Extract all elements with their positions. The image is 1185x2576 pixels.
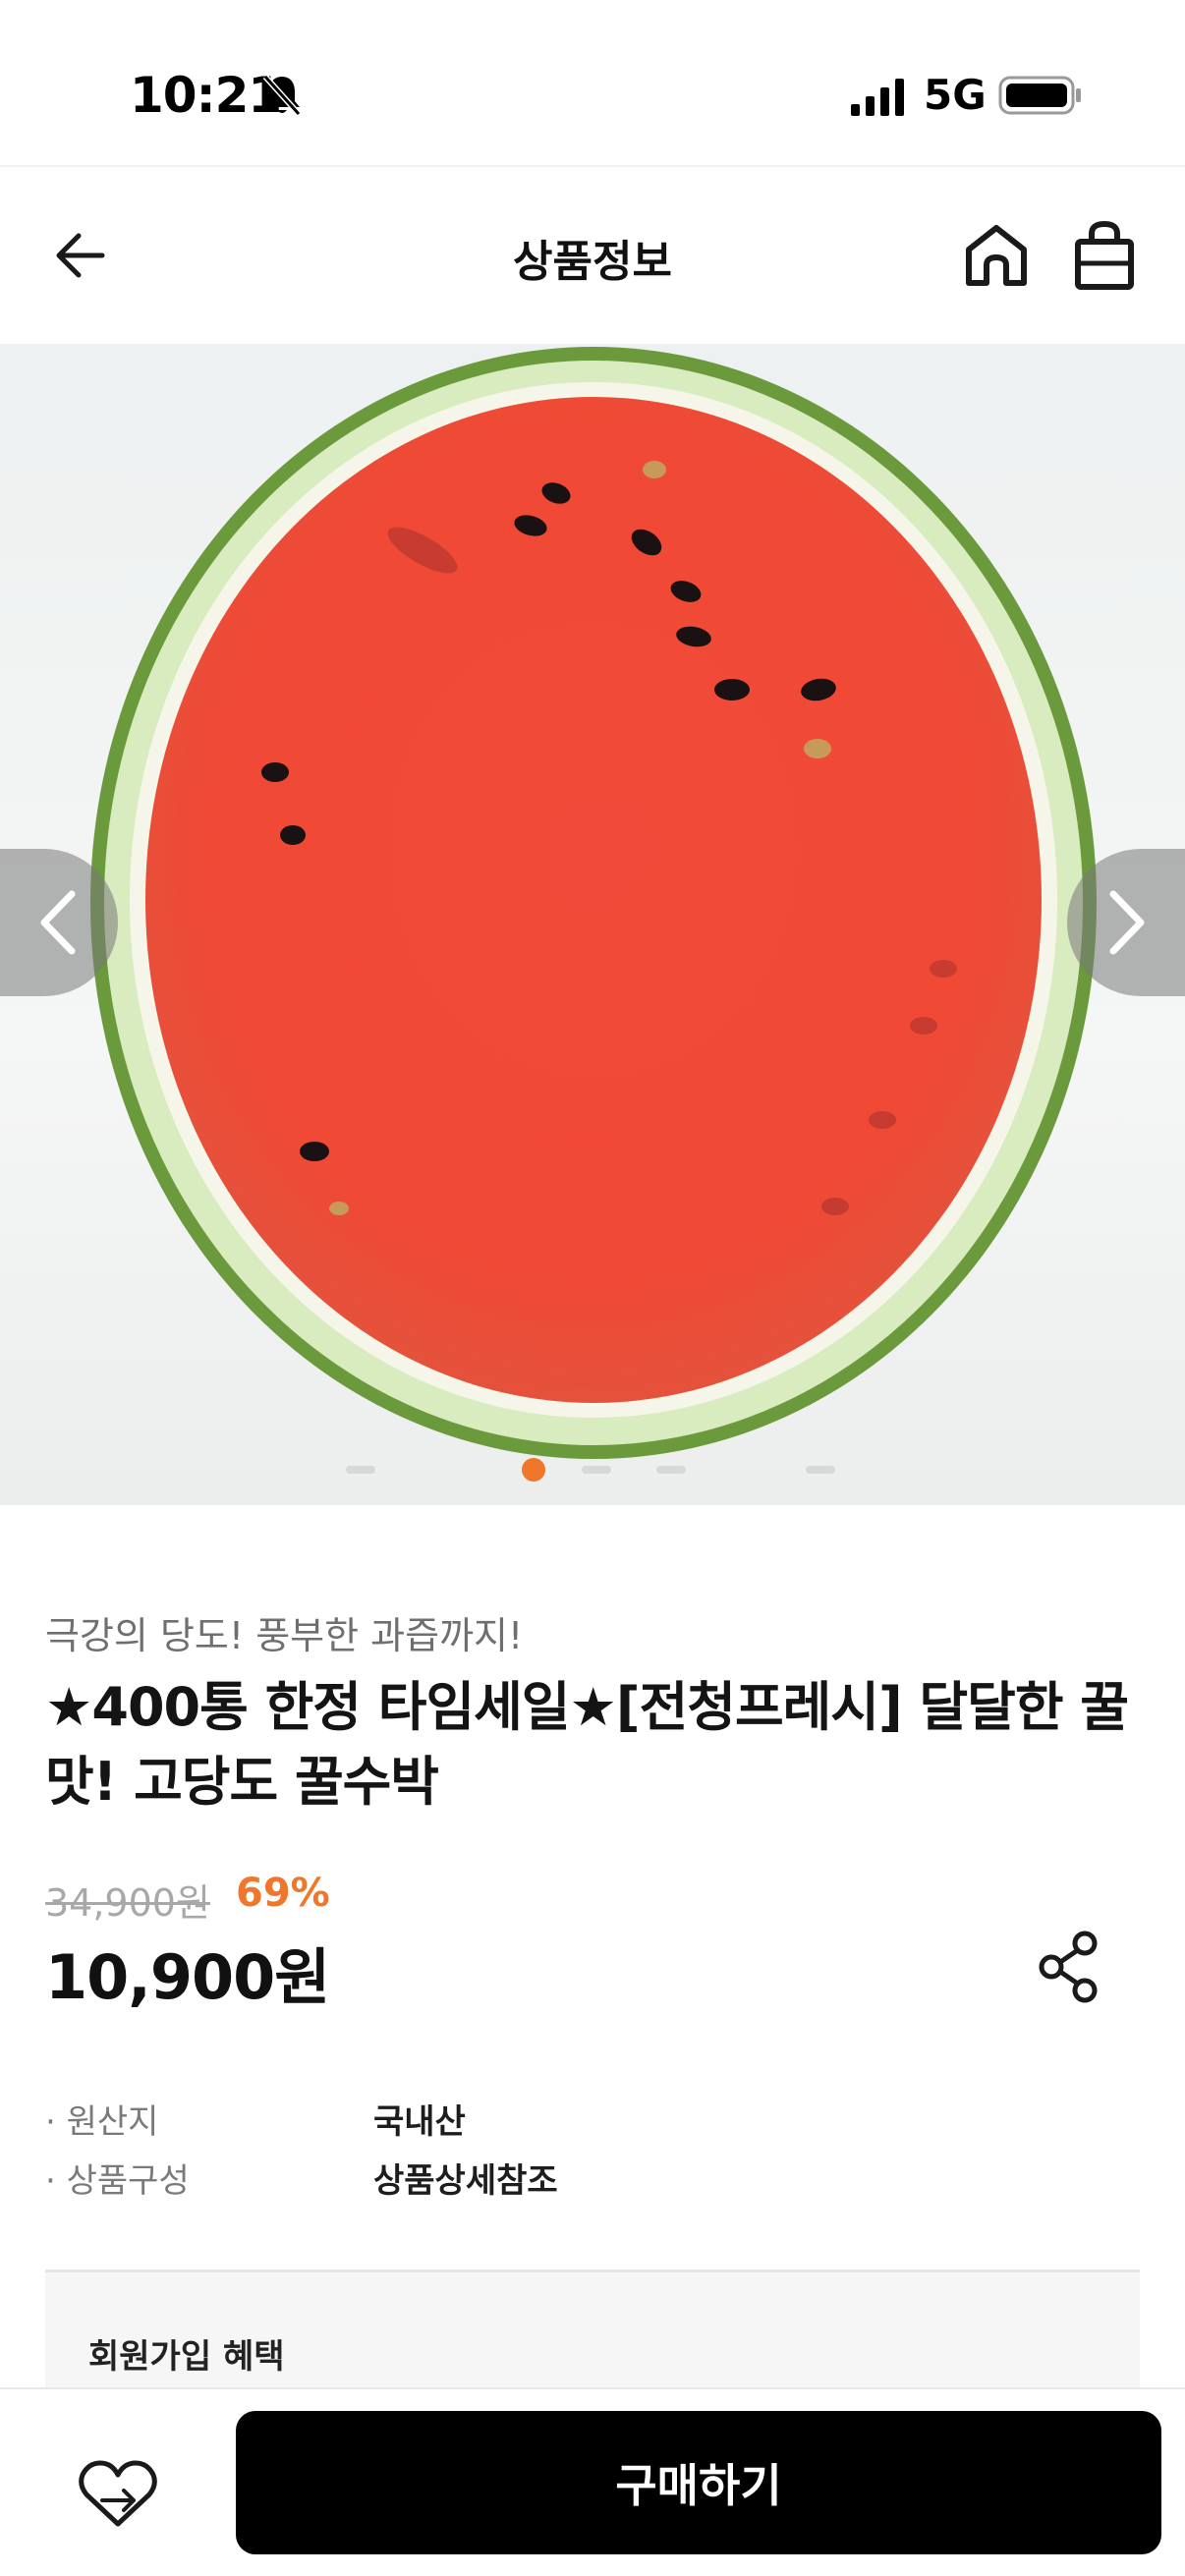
carousel-dot[interactable]	[582, 1466, 611, 1474]
product-image-carousel[interactable]	[0, 344, 1185, 1505]
battery-icon	[998, 76, 1081, 115]
shopping-bag-icon	[1075, 220, 1134, 290]
status-bar: 10:21 5G	[0, 0, 1185, 165]
cart-button[interactable]	[1063, 214, 1146, 297]
carousel-dot-active[interactable]	[522, 1458, 545, 1482]
product-subtitle: 극강의 당도! 풍부한 과즙까지!	[45, 1614, 524, 1657]
chevron-left-icon	[40, 890, 76, 955]
spec-row-origin: · 원산지 국내산	[45, 2095, 1126, 2154]
app-header: 상품정보	[0, 165, 1185, 344]
spec-value: 상품상세참조	[373, 2161, 558, 2201]
original-price: 34,900원	[45, 1881, 210, 1925]
carousel-dot[interactable]	[346, 1466, 375, 1474]
home-icon	[966, 225, 1027, 286]
wishlist-button[interactable]	[71, 2450, 165, 2539]
discount-rate: 69%	[236, 1871, 330, 1916]
spec-list: · 원산지 국내산 · 상품구성 상품상세참조	[45, 2095, 1126, 2212]
heart-icon	[79, 2460, 157, 2527]
watermelon-photo	[90, 347, 1097, 1459]
spec-value: 국내산	[373, 2102, 466, 2142]
spec-label: · 상품구성	[45, 2161, 190, 2201]
sale-price: 10,900원	[45, 1941, 330, 2013]
share-button[interactable]	[1030, 1928, 1108, 2006]
home-button[interactable]	[955, 214, 1038, 297]
buy-button[interactable]: 구매하기	[236, 2411, 1161, 2554]
spec-label: · 원산지	[45, 2102, 159, 2142]
carousel-dots	[0, 1458, 1185, 1485]
share-icon	[1039, 1931, 1098, 2003]
bottom-action-bar: 구매하기	[0, 2387, 1185, 2576]
carousel-dot[interactable]	[656, 1466, 686, 1474]
chevron-right-icon	[1109, 890, 1145, 955]
carousel-dot[interactable]	[806, 1466, 835, 1474]
product-title: ★400통 한정 타임세일★[전청프레시] 달달한 꿀맛! 고당도 꿀수박	[45, 1676, 1129, 1813]
benefits-title: 회원가입 혜택	[88, 2337, 285, 2377]
signal-icon	[851, 79, 904, 116]
network-label: 5G	[924, 71, 987, 119]
spec-row-composition: · 상품구성 상품상세참조	[45, 2154, 1126, 2212]
bell-mute-icon	[262, 74, 302, 117]
